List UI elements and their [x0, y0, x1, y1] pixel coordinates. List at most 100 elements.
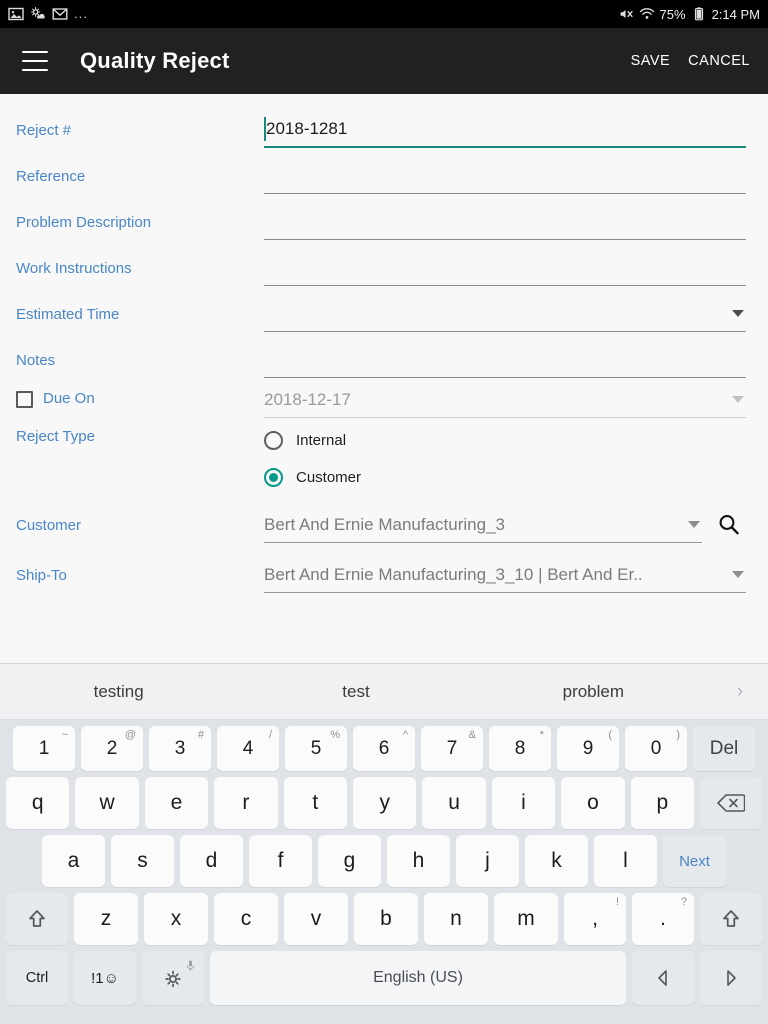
key-a[interactable]: a	[42, 835, 105, 887]
save-button[interactable]: SAVE	[631, 53, 671, 69]
radio-dot-selected	[269, 472, 278, 482]
key-f[interactable]: f	[249, 835, 312, 887]
key-j[interactable]: j	[456, 835, 519, 887]
key-n[interactable]: n	[424, 893, 488, 945]
suggestion-item[interactable]: testing	[0, 682, 237, 702]
form-area: Reject # 2018-1281 Reference Problem Des…	[0, 94, 768, 693]
checkbox-due-on[interactable]	[16, 390, 33, 408]
shift-arrow-icon[interactable]	[6, 893, 68, 945]
key-h[interactable]: h	[387, 835, 450, 887]
key-6[interactable]: 6 ^	[353, 726, 415, 771]
field-row-reject-type: Reject Type Internal Customer	[0, 424, 768, 493]
key-7[interactable]: 7 &	[421, 726, 483, 771]
image-icon	[8, 7, 24, 21]
hamburger-menu-icon[interactable]	[22, 51, 48, 71]
search-icon[interactable]	[712, 508, 746, 542]
keyboard-row-z: z x c v b n m , ! . ?	[0, 893, 768, 945]
status-bar: ... 75% 2:14 PM	[0, 0, 768, 28]
key-superscript: /	[268, 729, 272, 741]
radio-group-reject-type: Internal Customer	[264, 424, 746, 493]
suggestion-item[interactable]: test	[237, 682, 474, 702]
key-i[interactable]: i	[491, 777, 556, 829]
keyboard-row-bottom: Ctrl !1☺ English (US)	[0, 951, 768, 1005]
key-comma[interactable]: , !	[564, 893, 626, 945]
key-delete[interactable]: Del	[693, 726, 755, 771]
input-problem-description[interactable]	[264, 204, 746, 240]
backspace-icon[interactable]	[700, 777, 763, 829]
label-reference: Reference	[16, 168, 86, 185]
key-b[interactable]: b	[354, 893, 418, 945]
key-period[interactable]: . ?	[632, 893, 694, 945]
suggestion-item[interactable]: problem	[475, 682, 712, 702]
key-l[interactable]: l	[594, 835, 657, 887]
key-p[interactable]: p	[630, 777, 695, 829]
key-z[interactable]: z	[74, 893, 138, 945]
arrow-right-icon[interactable]	[700, 951, 762, 1005]
input-reference[interactable]	[264, 158, 746, 194]
weather-icon	[30, 7, 45, 19]
wifi-icon	[639, 8, 654, 19]
key-r[interactable]: r	[214, 777, 278, 829]
key-superscript: #	[197, 729, 204, 741]
key-3[interactable]: 3 #	[149, 726, 211, 771]
input-reject-number[interactable]: 2018-1281	[264, 112, 746, 148]
key-s[interactable]: s	[111, 835, 174, 887]
key-superscript: @	[124, 729, 136, 741]
key-d[interactable]: d	[180, 835, 243, 887]
key-1[interactable]: 1 ~	[13, 726, 75, 771]
key-k[interactable]: k	[525, 835, 588, 887]
key-2[interactable]: 2 @	[81, 726, 143, 771]
dropdown-estimated-time[interactable]	[264, 296, 746, 332]
input-work-instructions[interactable]	[264, 250, 746, 286]
datepicker-due-on[interactable]: 2018-12-17	[264, 382, 746, 418]
key-x[interactable]: x	[144, 893, 208, 945]
radio-circle-customer	[264, 467, 283, 487]
gear-icon[interactable]	[142, 951, 204, 1005]
key-8[interactable]: 8 *	[489, 726, 551, 771]
key-0[interactable]: 0 )	[625, 726, 687, 771]
value-ship-to: Bert And Ernie Manufacturing_3_10 | Bert…	[264, 564, 643, 584]
key-m[interactable]: m	[494, 893, 558, 945]
dropdown-ship-to[interactable]: Bert And Ernie Manufacturing_3_10 | Bert…	[264, 557, 746, 593]
key-symbols[interactable]: !1☺	[74, 951, 136, 1005]
chevron-down-icon	[732, 310, 744, 317]
key-t[interactable]: t	[283, 777, 347, 829]
battery-icon	[694, 7, 703, 21]
key-u[interactable]: u	[422, 777, 486, 829]
value-customer: Bert And Ernie Manufacturing_3	[264, 514, 505, 534]
field-row-customer: Customer Bert And Ernie Manufacturing_3	[0, 507, 768, 543]
cancel-button[interactable]: CANCEL	[688, 53, 750, 69]
key-label: 2	[106, 737, 118, 759]
key-e[interactable]: e	[144, 777, 209, 829]
field-row-problem-description: Problem Description	[0, 204, 768, 240]
input-notes[interactable]	[264, 342, 746, 378]
key-q[interactable]: q	[5, 777, 70, 829]
key-5[interactable]: 5 %	[285, 726, 347, 771]
key-superscript: *	[539, 729, 544, 741]
radio-label-customer: Customer	[296, 468, 362, 486]
mute-icon	[620, 10, 633, 18]
key-9[interactable]: 9 (	[557, 726, 619, 771]
radio-customer[interactable]: Customer	[264, 461, 746, 493]
shift-arrow-icon[interactable]	[700, 893, 762, 945]
key-next[interactable]: Next	[663, 835, 726, 887]
key-spacebar[interactable]: English (US)	[210, 951, 626, 1005]
status-bar-left: ...	[8, 6, 618, 22]
chevron-right-icon[interactable]: ›	[712, 681, 768, 703]
key-w[interactable]: w	[75, 777, 139, 829]
key-g[interactable]: g	[318, 835, 381, 887]
arrow-left-icon[interactable]	[632, 951, 694, 1005]
key-c[interactable]: c	[214, 893, 278, 945]
key-superscript: ^	[402, 729, 408, 741]
dropdown-customer[interactable]: Bert And Ernie Manufacturing_3	[264, 507, 702, 543]
key-y[interactable]: y	[353, 777, 417, 829]
label-problem-description: Problem Description	[16, 214, 152, 231]
key-4[interactable]: 4 /	[217, 726, 279, 771]
radio-internal[interactable]: Internal	[264, 424, 746, 456]
key-v[interactable]: v	[284, 893, 348, 945]
label-customer: Customer	[16, 517, 82, 534]
label-estimated-time: Estimated Time	[16, 306, 120, 323]
key-ctrl[interactable]: Ctrl	[6, 951, 68, 1005]
key-o[interactable]: o	[561, 777, 625, 829]
key-superscript: ?	[680, 896, 687, 908]
